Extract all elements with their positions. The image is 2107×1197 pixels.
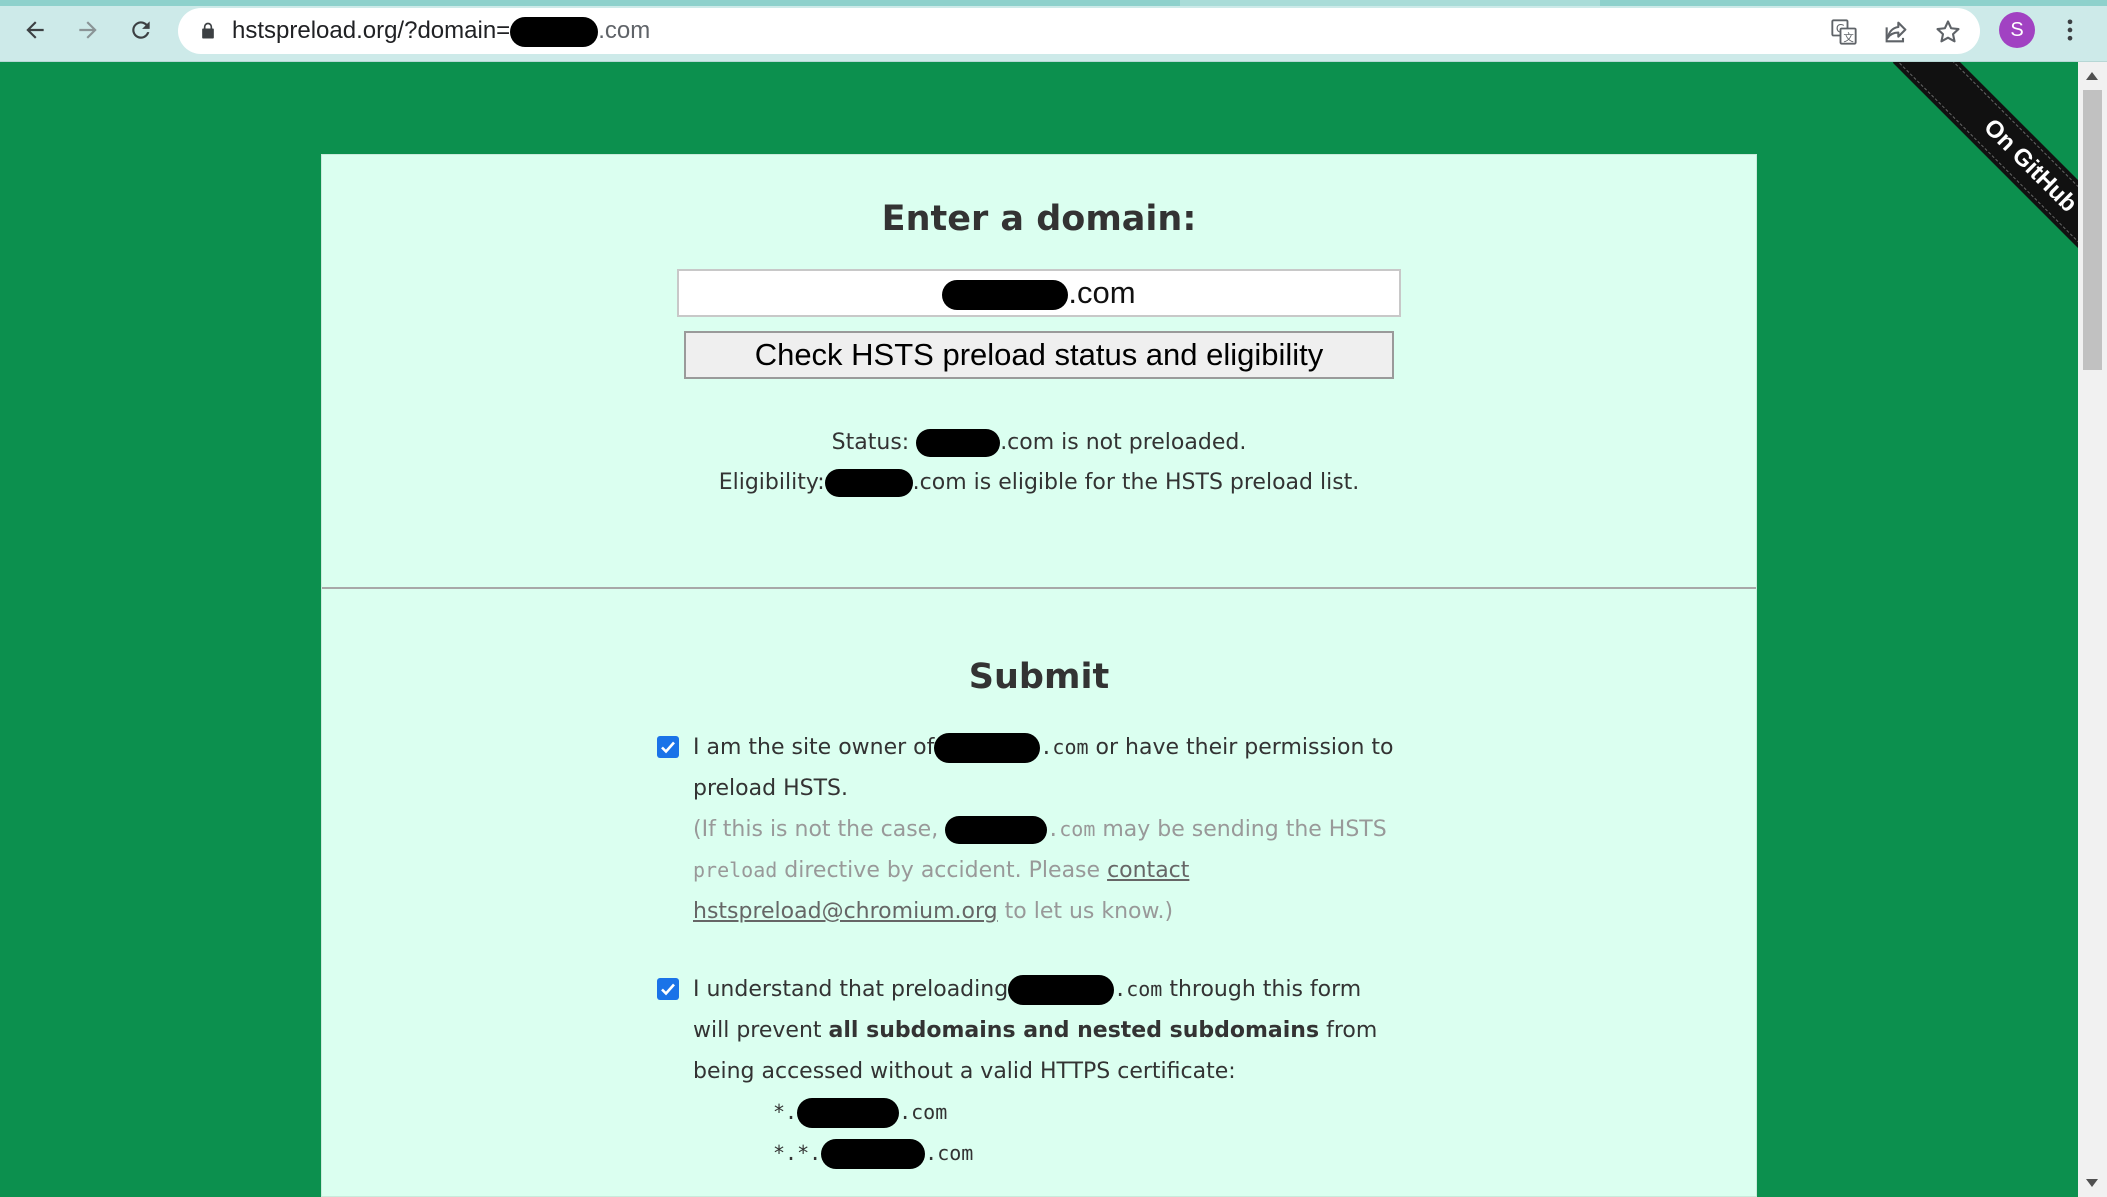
eligibility-line: Eligibility: .com is eligible for the HST…	[322, 463, 1756, 503]
redaction-mark	[942, 279, 1069, 310]
submit-heading: Submit	[968, 657, 1110, 697]
redaction-mark	[1008, 975, 1115, 1005]
subdomains-domain-suffix: .com	[1114, 977, 1163, 1001]
arrow-left-icon	[26, 21, 44, 39]
subdomain-item: *.*. .com	[773, 1133, 1399, 1174]
url-text: hstspreload.org/?domain= .com	[232, 8, 650, 54]
redaction-mark	[824, 469, 913, 497]
translate-icon[interactable]: G 文	[1830, 18, 1858, 46]
subdomains-bold: all subdomains and nested subdomains	[828, 1018, 1320, 1043]
owner-text-before: I am the site owner of	[693, 735, 935, 760]
page-scrollbar[interactable]	[2078, 62, 2107, 1197]
domain-heading: Enter a domain:	[881, 199, 1197, 239]
subdomain-list: *. .com *.*. .com	[693, 1092, 1399, 1174]
checkmark-icon	[661, 983, 675, 996]
url-host: hstspreload.org/?domain=	[232, 17, 511, 44]
address-bar[interactable]: hstspreload.org/?domain= .com G 文	[178, 8, 1980, 54]
reload-button[interactable]	[123, 12, 159, 48]
result-block: Status: .com is not preloaded. Eligibili…	[322, 423, 1756, 503]
main-card: Enter a domain: .com Check HSTS preload …	[321, 154, 1757, 1197]
owner-domain-suffix: .com	[1040, 735, 1089, 759]
profile-avatar[interactable]: S	[1999, 12, 2035, 48]
browser-toolbar: hstspreload.org/?domain= .com G 文 S	[0, 0, 2107, 62]
subdomain-item: *. .com	[773, 1092, 1399, 1133]
subdomains-consent-row: I understand that preloading .com through…	[657, 969, 1399, 1174]
share-icon[interactable]	[1882, 18, 1910, 46]
github-ribbon[interactable]: On GitHub	[1820, 62, 2080, 322]
redaction-mark	[934, 733, 1041, 763]
eligibility-prefix: Eligibility:	[718, 470, 825, 495]
section-divider	[322, 587, 1756, 589]
owner-consent-checkbox[interactable]	[657, 736, 679, 758]
domain-input[interactable]: .com	[677, 269, 1401, 317]
redaction-mark	[797, 1098, 900, 1128]
url-suffix: .com	[598, 17, 651, 44]
forward-button[interactable]	[70, 12, 106, 48]
redaction-mark	[821, 1139, 926, 1169]
eligibility-text: .com is eligible for the HSTS preload li…	[912, 470, 1360, 495]
check-status-button[interactable]: Check HSTS preload status and eligibilit…	[684, 331, 1394, 379]
back-button[interactable]	[17, 12, 53, 48]
scrollbar-thumb[interactable]	[2083, 90, 2102, 370]
subdomains-text-before: I understand that preloading	[693, 977, 1009, 1002]
browser-menu-button[interactable]	[2053, 13, 2087, 47]
status-prefix: Status:	[831, 430, 917, 455]
subdomains-consent-checkbox[interactable]	[657, 978, 679, 1000]
checkmark-icon	[661, 741, 675, 754]
tab-strip	[0, 0, 2107, 6]
reload-icon	[132, 21, 150, 39]
status-line: Status: .com is not preloaded.	[322, 423, 1756, 463]
svg-text:文: 文	[1843, 31, 1854, 44]
redaction-mark	[916, 429, 1001, 457]
owner-consent-row: I am the site owner of .com or have their…	[657, 727, 1399, 932]
more-vert-icon	[2067, 19, 2073, 41]
arrow-right-icon	[79, 21, 97, 39]
owner-note: (If this is not the case, .com may be se…	[693, 816, 1387, 924]
scroll-up-icon[interactable]	[2086, 72, 2098, 80]
redaction-mark	[945, 816, 1048, 844]
github-ribbon-label[interactable]: On GitHub	[1895, 62, 2080, 301]
status-text: .com is not preloaded.	[1000, 430, 1247, 455]
bookmark-star-icon[interactable]	[1934, 18, 1962, 46]
domain-input-suffix: .com	[1068, 275, 1136, 310]
lock-icon	[202, 22, 214, 39]
scroll-down-icon[interactable]	[2086, 1179, 2098, 1187]
redaction-mark	[510, 16, 599, 47]
